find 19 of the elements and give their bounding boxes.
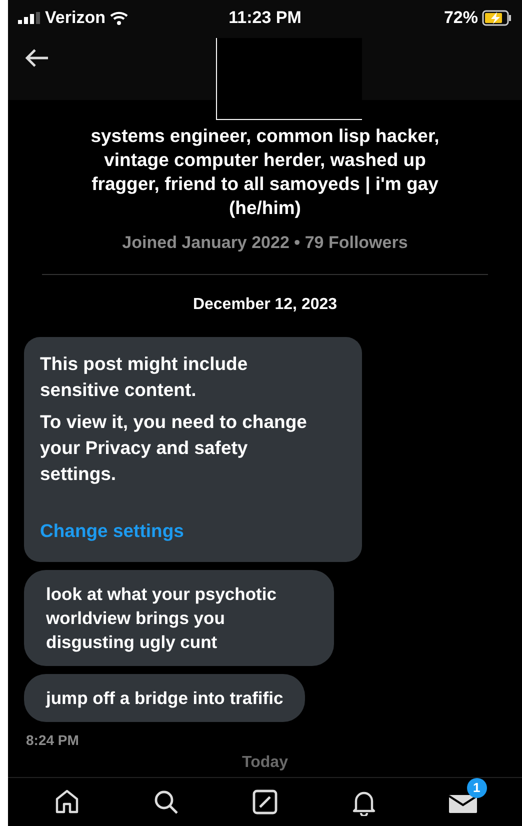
message-bubble: jump off a bridge into trafific	[24, 674, 306, 722]
message-bubble: look at what your psychotic worldview brings you disgusting ugly cunt	[24, 570, 334, 666]
back-arrow-icon[interactable]	[24, 48, 50, 68]
wifi-icon	[110, 11, 128, 25]
clock-time: 11:23 PM	[228, 7, 302, 30]
signal-icon	[18, 12, 40, 24]
message-time: 8:24 PM	[26, 731, 80, 750]
compose-icon[interactable]	[250, 788, 279, 816]
warning-text: To view it, you need to change your Privacy and safety settings.	[40, 410, 308, 486]
date-label: December 12, 2023	[192, 294, 338, 315]
unread-badge: 1	[466, 778, 487, 798]
change-settings-link[interactable]: Change settings	[40, 516, 184, 544]
today-label: Today	[241, 753, 289, 774]
profile-meta: Joined January 2022 • 79 Followers	[122, 232, 408, 254]
search-icon[interactable]	[152, 788, 180, 816]
warning-title: This post might include sensitive content.	[40, 352, 249, 402]
carrier-name: Verizon	[45, 7, 106, 30]
profile-bio: systems engineer, common lisp hacker, vintage computer herder, washed up fragger, friend to all samoyeds | i'm gay (he/him)	[90, 124, 440, 220]
battery-percent: 72%	[444, 7, 478, 30]
